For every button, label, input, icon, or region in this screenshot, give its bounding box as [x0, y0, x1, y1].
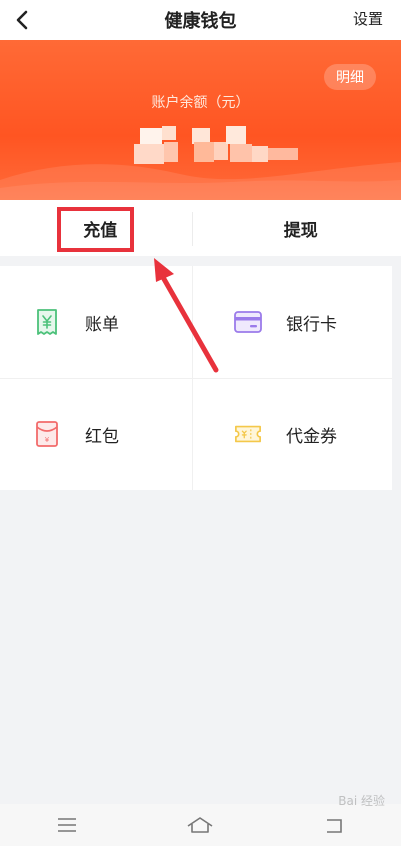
watermark: Bai 经验 [338, 794, 385, 808]
menu-icon [57, 818, 76, 832]
bank-card-icon [234, 308, 262, 336]
back-nav-button[interactable] [314, 810, 354, 840]
system-navigation-bar [0, 804, 401, 846]
voucher-icon [234, 420, 262, 448]
back-icon [327, 819, 342, 833]
detail-button[interactable]: 明细 [324, 64, 376, 90]
page-title: 健康钱包 [164, 11, 237, 32]
action-divider [192, 212, 193, 246]
settings-button[interactable]: 设置 [353, 8, 383, 29]
grid-item-label: 银行卡 [286, 314, 337, 335]
withdraw-button[interactable]: 提现 [201, 200, 401, 256]
balance-label: 账户余额（元） [151, 95, 250, 111]
back-button[interactable] [6, 4, 38, 36]
recharge-button[interactable]: 充值 [0, 200, 201, 256]
action-bar: 充值 提现 [0, 200, 401, 256]
menu-button[interactable] [47, 810, 87, 840]
grid-item-red-packet[interactable]: ¥ 红包 [0, 378, 196, 490]
grid-item-label: 代金券 [286, 426, 337, 447]
home-button[interactable] [180, 810, 220, 840]
annotation-arrow [154, 258, 219, 373]
svg-text:¥: ¥ [45, 436, 50, 444]
bill-icon [33, 308, 61, 336]
red-packet-icon: ¥ [33, 420, 61, 448]
home-icon [188, 817, 213, 833]
chevron-left-icon [16, 10, 28, 30]
balance-banner: 明细 账户余额（元） [0, 40, 401, 200]
grid-item-label: 账单 [85, 314, 119, 335]
grid-item-label: 红包 [85, 426, 119, 447]
grid-item-voucher[interactable]: 代金券 [196, 378, 392, 490]
top-bar: 健康钱包 设置 [0, 0, 401, 40]
blurred-balance-amount [134, 122, 304, 166]
